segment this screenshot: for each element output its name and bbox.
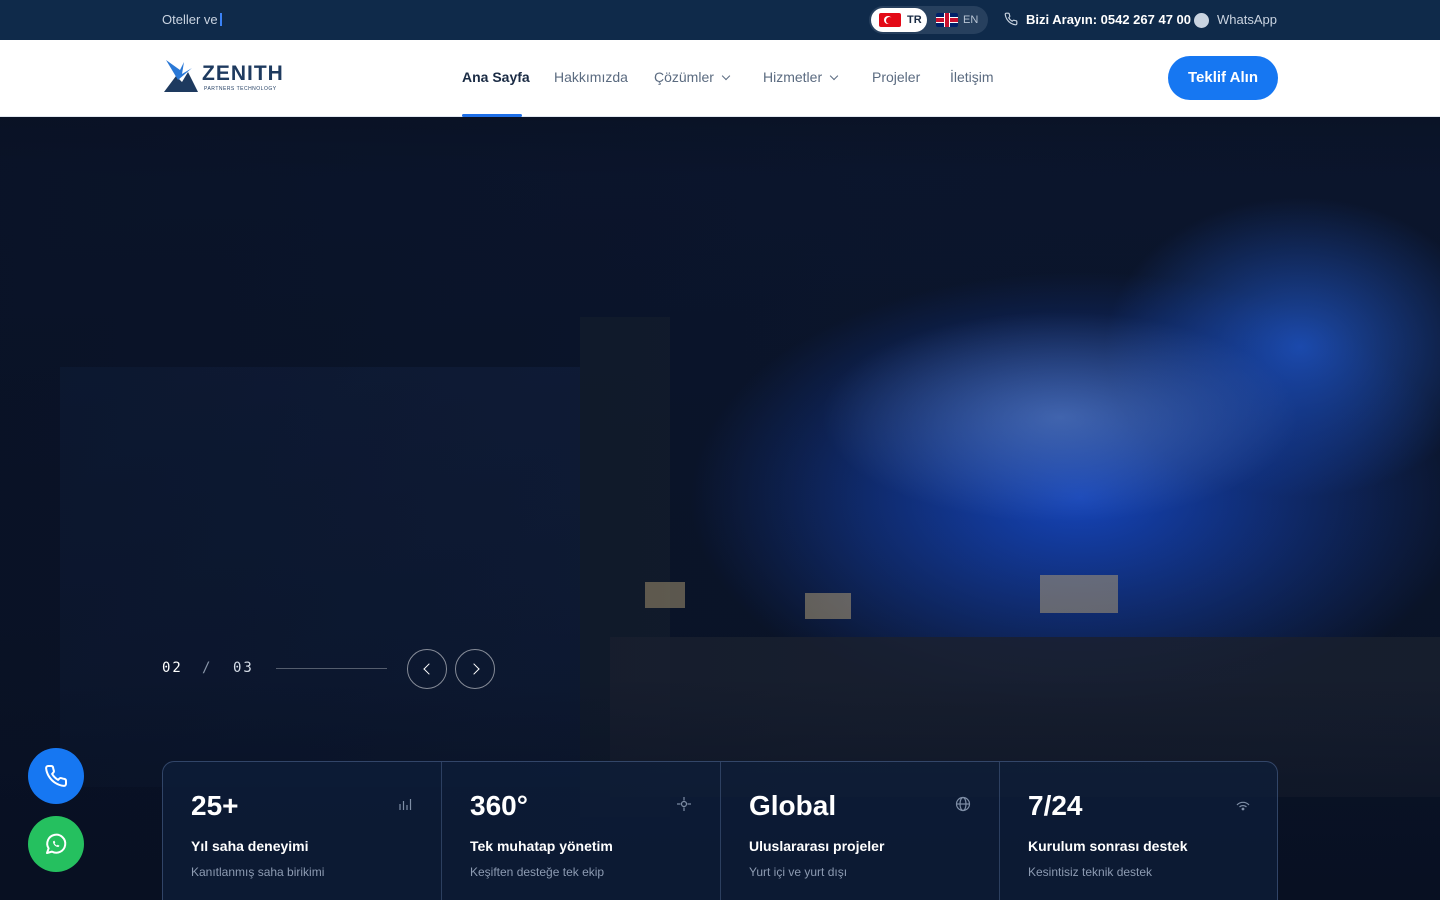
nav-home[interactable]: Ana Sayfa: [462, 69, 530, 85]
slide-current: 02: [162, 660, 183, 676]
chevron-down-icon: [721, 71, 731, 81]
logo-tagline: PARTNERS TECHNOLOGY: [204, 86, 277, 92]
language-switcher: TR EN: [869, 6, 988, 34]
nav-solutions-label: Çözümler: [654, 69, 714, 85]
whatsapp-icon: [46, 833, 67, 854]
get-quote-button[interactable]: Teklif Alın: [1168, 56, 1278, 100]
lang-en-label: EN: [963, 14, 979, 26]
chart-bars-icon: [399, 799, 412, 810]
chat-bubble-icon: [1194, 13, 1209, 28]
floating-call-button[interactable]: [28, 748, 84, 804]
crosshair-icon: [677, 797, 691, 811]
stat-card: Global Uluslararası projeler Yurt içi ve…: [721, 762, 1000, 900]
nav-services[interactable]: Hizmetler: [763, 69, 839, 85]
stat-subtitle: Kesintisiz teknik destek: [1028, 865, 1153, 879]
stat-subtitle: Keşiften desteğe tek ekip: [470, 865, 605, 879]
chevron-right-icon: [468, 663, 480, 675]
logo[interactable]: ZENITH PARTNERS TECHNOLOGY: [162, 56, 292, 96]
lang-en-button[interactable]: EN: [933, 8, 985, 32]
stat-title: Kurulum sonrası destek: [1028, 838, 1188, 854]
top-bar: Oteller ve TR EN Bizi Arayın: 0542 267 4…: [0, 0, 1440, 40]
nav-contact[interactable]: İletişim: [950, 69, 994, 85]
main-header: ZENITH PARTNERS TECHNOLOGY Ana Sayfa Hak…: [0, 40, 1440, 117]
logo-name: ZENITH: [202, 62, 284, 85]
typing-headline: Oteller ve: [162, 12, 222, 27]
call-text: Bizi Arayın: 0542 267 47 00: [1026, 12, 1192, 27]
slide-progress-track: [276, 668, 387, 669]
stat-value: Global: [749, 790, 837, 821]
chevron-left-icon: [423, 663, 435, 675]
chevron-down-icon: [829, 71, 839, 81]
slide-next-button[interactable]: [455, 649, 495, 689]
stat-title: Tek muhatap yönetim: [470, 838, 613, 854]
nav-solutions[interactable]: Çözümler: [654, 69, 731, 85]
turkey-flag-icon: [879, 13, 901, 27]
slide-separator: /: [202, 660, 211, 676]
stat-title: Uluslararası projeler: [749, 838, 885, 854]
floating-whatsapp-button[interactable]: [28, 816, 84, 872]
stat-value: 360°: [470, 790, 528, 821]
stat-subtitle: Kanıtlanmış saha birikimi: [191, 865, 325, 879]
hero-slider: 02 / 03 25+ Yıl saha deneyimi Kanıtlanmı…: [0, 117, 1440, 900]
eagle-logo-icon: [164, 60, 198, 92]
nav-services-label: Hizmetler: [763, 69, 823, 85]
stat-card: 360° Tek muhatap yönetim Keşiften desteğ…: [442, 762, 721, 900]
stats-panel: 25+ Yıl saha deneyimi Kanıtlanmış saha b…: [162, 761, 1278, 900]
phone-icon: [1004, 12, 1018, 26]
nav-projects[interactable]: Projeler: [872, 69, 920, 85]
typing-text: Oteller ve: [162, 12, 218, 27]
phone-icon: [45, 764, 68, 787]
stat-subtitle: Yurt içi ve yurt dışı: [749, 865, 848, 879]
slide-total: 03: [233, 660, 254, 676]
nav-about[interactable]: Hakkımızda: [554, 69, 628, 85]
lang-tr-button[interactable]: TR: [871, 8, 927, 32]
globe-icon: [955, 796, 971, 812]
stat-value: 7/24: [1028, 790, 1083, 821]
stat-card: 7/24 Kurulum sonrası destek Kesintisiz t…: [1000, 762, 1277, 900]
slide-prev-button[interactable]: [407, 649, 447, 689]
whatsapp-text: WhatsApp: [1217, 12, 1277, 27]
typing-cursor: [219, 13, 222, 26]
signal-icon: [1236, 801, 1250, 811]
stat-title: Yıl saha deneyimi: [191, 838, 309, 854]
lang-tr-label: TR: [907, 14, 922, 26]
stat-card: 25+ Yıl saha deneyimi Kanıtlanmış saha b…: [163, 762, 442, 900]
stat-value: 25+: [191, 790, 239, 821]
uk-flag-icon: [936, 13, 958, 27]
